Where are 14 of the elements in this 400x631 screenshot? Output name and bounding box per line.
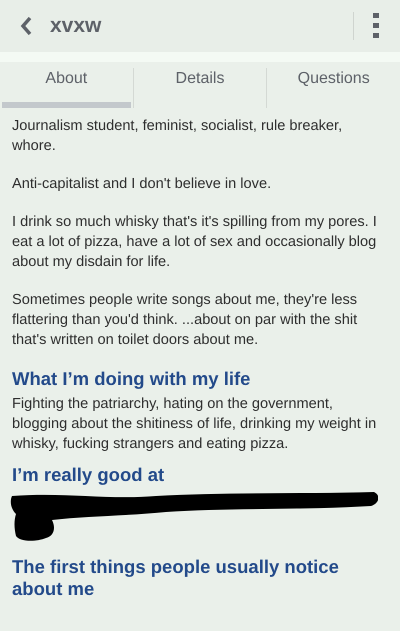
section-heading: What I’m doing with my life [12, 368, 252, 390]
tab[interactable]: Details [136, 68, 264, 108]
tab[interactable]: Questions [269, 68, 398, 108]
bio-paragraph: Anti-capitalist and I don't believe in love. [12, 175, 272, 194]
profile-name: xvxw [50, 14, 102, 38]
tab[interactable]: About [2, 68, 131, 108]
bio-paragraph: I drink so much whisky that's it's spilling from my pores. I eat a lot of pizza, have a lot of sex and occasionally blog about my disdain for life. [12, 213, 378, 272]
section-heading: The first things people usually notice about me [12, 556, 340, 600]
back-icon[interactable] [20, 16, 32, 36]
section-heading: I’m really good at [12, 464, 166, 486]
bio-paragraph: Journalism student, feminist, socialist, rule breaker, whore. [12, 117, 344, 156]
bio-paragraph: Sometimes people write songs about me, they're less flattering than you'd think. ...about on par with the shit that's written on toilet doors about me. [12, 291, 358, 350]
overflow-menu-icon[interactable] [372, 13, 380, 39]
section-text: Fighting the patriarchy, hating on the government, blogging about the shitiness of life, drinking my weight in whisky, fucking strangers and eating pizza. [12, 395, 378, 454]
